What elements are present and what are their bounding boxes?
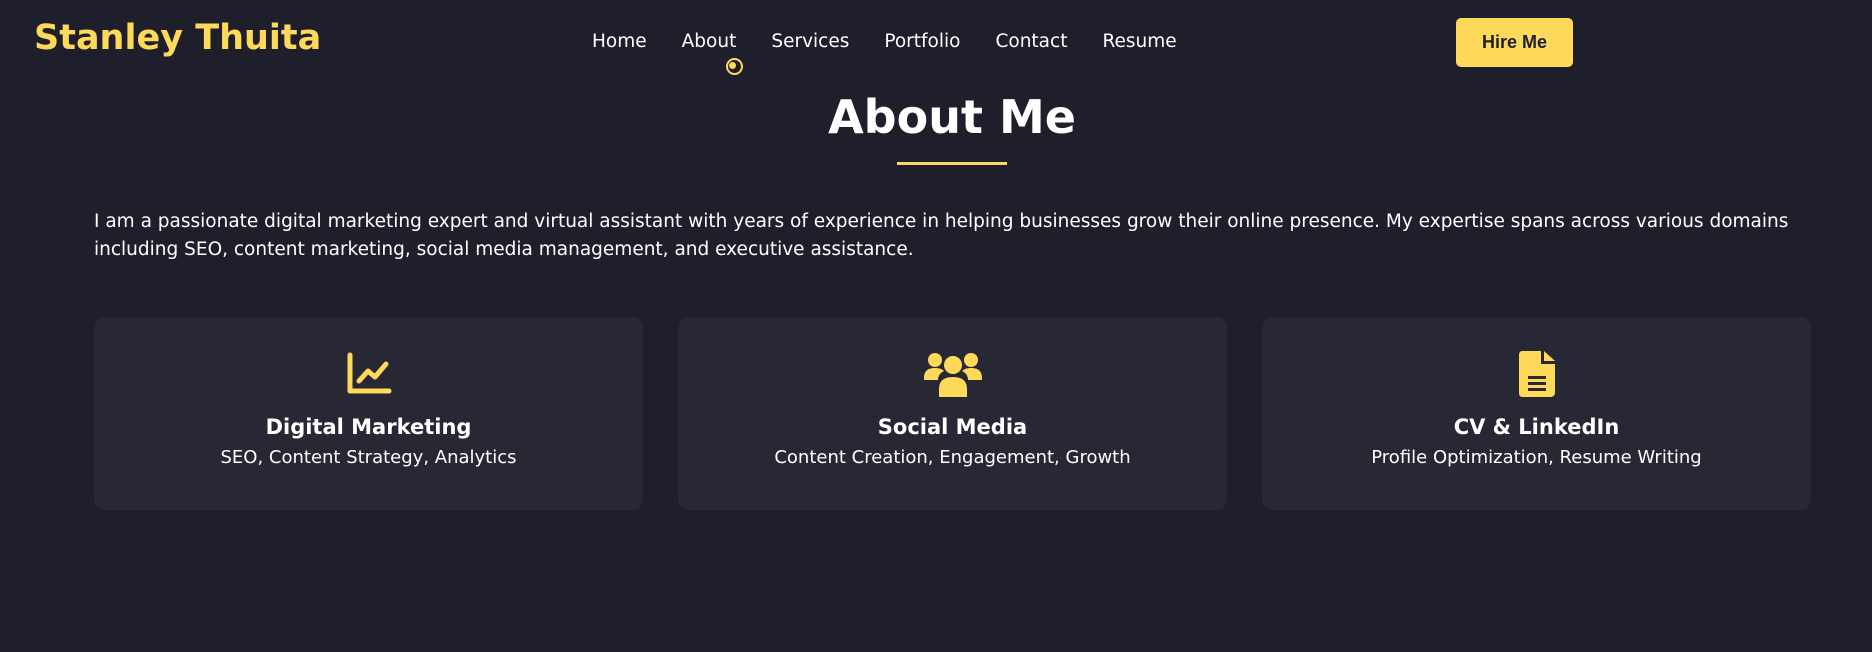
nav-link-home[interactable]: Home	[592, 31, 647, 52]
brand-logo[interactable]: Stanley Thuita	[34, 18, 321, 58]
hire-me-button[interactable]: Hire Me	[1456, 18, 1573, 67]
card-title: Digital Marketing	[265, 415, 472, 439]
nav-link-services[interactable]: Services	[771, 31, 849, 52]
title-underline	[897, 162, 1007, 165]
card-social-media: Social Media Content Creation, Engagemen…	[678, 317, 1227, 510]
about-intro: I am a passionate digital marketing expe…	[94, 211, 1789, 260]
nav-link-contact[interactable]: Contact	[995, 31, 1067, 52]
card-subtitle: Profile Optimization, Resume Writing	[1371, 447, 1702, 468]
card-subtitle: Content Creation, Engagement, Growth	[774, 447, 1131, 468]
skills-cards: Digital Marketing SEO, Content Strategy,…	[94, 317, 1811, 510]
cursor-dot-icon	[729, 62, 736, 69]
card-subtitle: SEO, Content Strategy, Analytics	[220, 447, 517, 468]
file-document-icon	[1518, 351, 1555, 397]
card-title: CV & LinkedIn	[1453, 415, 1620, 439]
nav-link-about[interactable]: About	[682, 31, 737, 52]
chart-line-icon	[347, 352, 391, 394]
users-icon	[923, 353, 982, 397]
nav-link-resume[interactable]: Resume	[1102, 31, 1176, 52]
main-nav: Home About Services Portfolio Contact Re…	[592, 31, 1212, 52]
page: Stanley Thuita Home About Services Portf…	[0, 0, 1872, 652]
nav-link-portfolio[interactable]: Portfolio	[884, 31, 960, 52]
card-title: Social Media	[877, 415, 1028, 439]
card-cv-linkedin: CV & LinkedIn Profile Optimization, Resu…	[1262, 317, 1811, 510]
section-title: About Me	[828, 90, 1076, 144]
card-digital-marketing: Digital Marketing SEO, Content Strategy,…	[94, 317, 643, 510]
